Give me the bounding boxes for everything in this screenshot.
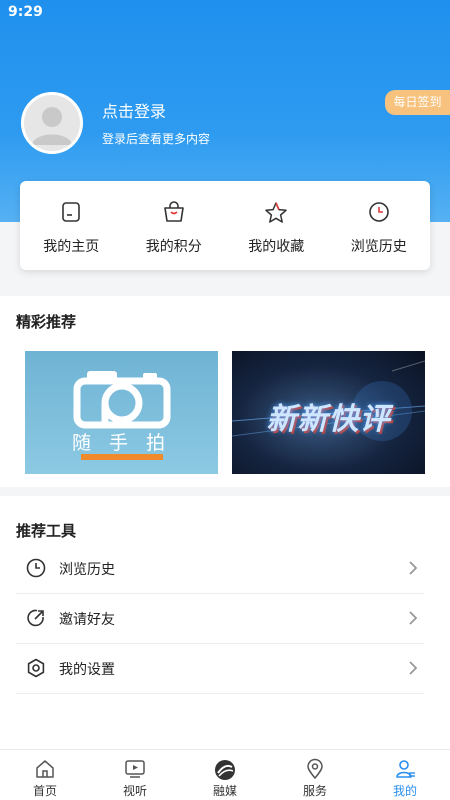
chevron-right-icon <box>409 661 418 675</box>
share-icon <box>27 609 44 627</box>
status-bar: 9:29 <box>0 0 450 26</box>
tool-label: 我的设置 <box>59 662 115 678</box>
avatar[interactable] <box>21 92 83 154</box>
chevron-right-icon <box>409 611 418 625</box>
quick-label: 我的主页 <box>43 239 100 255</box>
featured-section: 精彩推荐 随 手 拍 新新快评 <box>0 296 450 487</box>
quick-my-homepage[interactable]: 我的主页 <box>20 181 123 270</box>
user-icon <box>396 760 415 778</box>
tab-label: 首页 <box>32 784 57 798</box>
caption-strip <box>81 454 163 460</box>
tab-label: 融媒 <box>212 784 237 798</box>
tools-section: 推荐工具 浏览历史 邀请好友 我的设置 <box>0 496 450 749</box>
clock-icon <box>368 202 389 222</box>
tab-av[interactable]: 视听 <box>90 750 180 800</box>
tab-home[interactable]: 首页 <box>0 750 90 800</box>
tab-label: 服务 <box>302 784 327 798</box>
tool-row-history[interactable]: 浏览历史 <box>16 544 424 594</box>
daily-checkin-button[interactable]: 每日签到 <box>385 90 450 115</box>
homepage-icon <box>62 202 81 222</box>
featured-title: 精彩推荐 <box>16 313 77 331</box>
quick-browse-history[interactable]: 浏览历史 <box>328 181 431 270</box>
tab-label: 视听 <box>122 784 147 798</box>
featured-card-caption: 新新快评 <box>266 402 391 437</box>
tools-title: 推荐工具 <box>16 522 77 540</box>
tool-label: 邀请好友 <box>59 612 115 628</box>
login-subtitle: 登录后查看更多内容 <box>102 132 211 146</box>
featured-card-caption: 随 手 拍 <box>71 432 172 454</box>
quick-label: 我的积分 <box>145 239 202 255</box>
quick-label: 我的收藏 <box>248 239 305 255</box>
chevron-right-icon <box>409 561 418 575</box>
tab-mine[interactable]: 我的 <box>360 750 450 800</box>
tv-icon <box>125 760 145 778</box>
quick-label: 浏览历史 <box>350 239 407 255</box>
default-avatar-icon <box>32 107 72 145</box>
points-bag-icon <box>163 201 184 222</box>
tab-label: 我的 <box>392 784 417 798</box>
tool-row-settings[interactable]: 我的设置 <box>16 644 424 694</box>
clock-icon <box>26 558 46 578</box>
quick-my-points[interactable]: 我的积分 <box>123 181 226 270</box>
tab-media[interactable]: 融媒 <box>180 750 270 800</box>
media-logo-icon <box>215 760 235 780</box>
settings-icon <box>27 658 45 678</box>
tool-row-invite[interactable]: 邀请好友 <box>16 594 424 644</box>
location-icon <box>307 758 323 780</box>
quick-actions-card: 我的主页 我的积分 我的收藏 浏览历史 <box>20 181 430 270</box>
featured-card-news[interactable]: 新新快评 <box>232 351 425 474</box>
tab-service[interactable]: 服务 <box>270 750 360 800</box>
star-icon <box>265 202 287 223</box>
status-time: 9:29 <box>8 4 43 20</box>
home-icon <box>36 760 54 778</box>
tool-label: 浏览历史 <box>59 562 115 578</box>
profile-block[interactable]: 点击登录 登录后查看更多内容 <box>21 92 441 154</box>
featured-card-snapshot[interactable]: 随 手 拍 <box>25 351 218 474</box>
login-title[interactable]: 点击登录 <box>102 98 166 122</box>
quick-my-favorites[interactable]: 我的收藏 <box>225 181 328 270</box>
bottom-tab-bar: 首页 视听 融媒 服务 我的 <box>0 749 450 800</box>
